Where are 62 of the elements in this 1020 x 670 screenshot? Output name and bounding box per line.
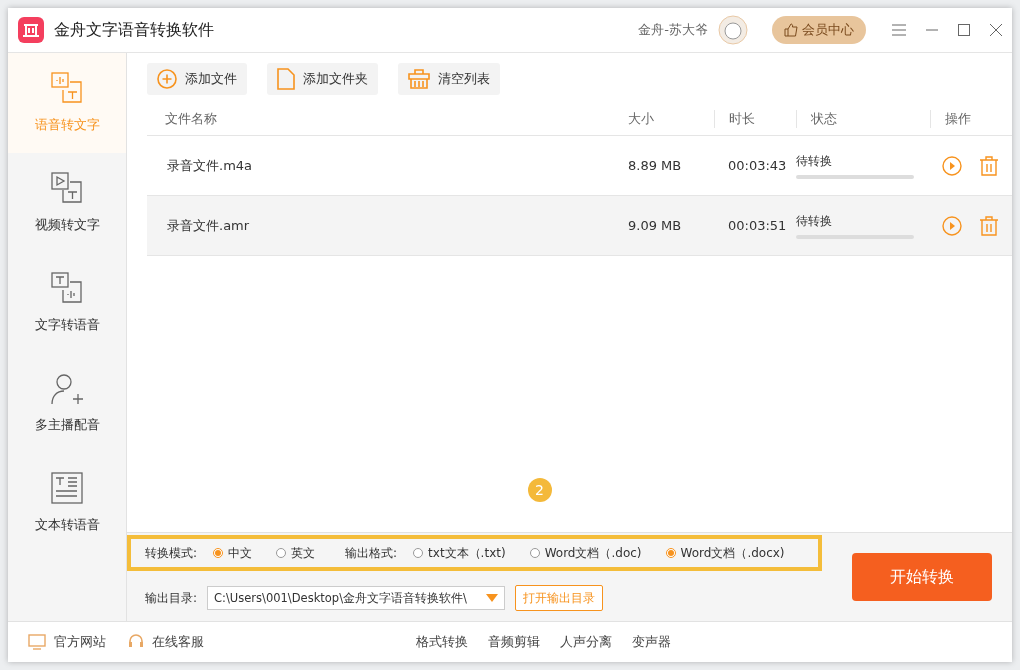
sidebar-item[interactable]: 文字转语音: [8, 253, 126, 353]
text-to-speech-icon: [51, 272, 83, 306]
column-header: 状态: [796, 110, 930, 128]
basket-icon: [408, 69, 430, 89]
footer-link[interactable]: 官方网站: [28, 633, 106, 651]
step-badge: 2: [527, 478, 552, 502]
toolbar-button[interactable]: 添加文件: [147, 63, 247, 95]
table-cell-text: 8.89 MB: [627, 158, 683, 173]
radio-option[interactable]: 英文: [276, 544, 316, 562]
add-person-icon: [51, 372, 83, 406]
window-title: 金舟文字语音转换软件: [54, 19, 215, 41]
document-icon: [51, 472, 83, 506]
toolbar-button[interactable]: 清空列表: [398, 63, 500, 95]
video-to-text-icon: [51, 172, 83, 206]
trash-icon[interactable]: [980, 155, 998, 176]
file-icon: [277, 68, 295, 90]
play-icon[interactable]: [942, 155, 962, 176]
trash-icon[interactable]: [980, 215, 998, 236]
vip-center-button[interactable]: 会员中心: [772, 16, 866, 44]
close-icon[interactable]: [990, 24, 1002, 36]
table-cell-text: 录音文件.amr: [166, 216, 251, 235]
table-cell-text: 9.09 MB: [627, 218, 683, 233]
radio-option[interactable]: 中文: [213, 544, 253, 562]
speech-to-text-icon: [51, 72, 83, 106]
radio-option[interactable]: txt文本（.txt): [413, 544, 506, 562]
toolbar-button[interactable]: 添加文件夹: [267, 63, 378, 95]
mode-label: 转换模式:: [145, 544, 198, 562]
monitor-icon: [28, 634, 46, 650]
menu-icon[interactable]: [892, 24, 906, 36]
add-icon: [157, 69, 177, 89]
status-text: 待转换: [796, 152, 833, 170]
footer-link[interactable]: 在线客服: [128, 633, 204, 651]
app-logo-icon: [18, 17, 44, 43]
file-row[interactable]: 录音文件.amr 9.09 MB 00:03:51 待转换: [147, 196, 1012, 256]
footer-link[interactable]: 人声分离: [560, 633, 612, 651]
play-icon[interactable]: [942, 215, 962, 236]
table-cell-text: 录音文件.m4a: [166, 156, 254, 175]
avatar-icon: [718, 15, 748, 45]
output-path-field[interactable]: C:\Users\001\Desktop\金舟文字语音转换软件\: [207, 586, 506, 610]
sidebar-item[interactable]: 视频转文字: [8, 153, 126, 253]
maximize-icon[interactable]: [958, 24, 970, 36]
table-cell-text: 00:03:43: [727, 158, 788, 173]
footer-link[interactable]: 格式转换: [416, 633, 468, 651]
headset-icon: [128, 634, 144, 650]
column-header: 操作: [930, 110, 1012, 128]
footer-link[interactable]: 音频剪辑: [488, 633, 540, 651]
radio-option[interactable]: Word文档（.doc): [529, 544, 642, 562]
sidebar-item[interactable]: 文本转语音: [8, 453, 126, 553]
user-name: 金舟-苏大爷: [638, 21, 708, 39]
output-label: 输出目录:: [145, 589, 198, 607]
radio-option[interactable]: Word文档（.docx): [665, 544, 785, 562]
status-text: 待转换: [796, 212, 833, 230]
column-header: 大小: [627, 110, 655, 128]
sidebar-item[interactable]: 多主播配音: [8, 353, 126, 453]
table-cell-text: 00:03:51: [727, 218, 788, 233]
column-header: 文件名称: [164, 110, 218, 128]
thumbs-up-icon: [784, 23, 798, 37]
caret-icon: [486, 594, 499, 602]
column-header: 时长: [714, 110, 796, 128]
file-row[interactable]: 录音文件.m4a 8.89 MB 00:03:43 待转换: [147, 136, 1012, 196]
format-label: 输出格式:: [345, 544, 398, 562]
footer-link[interactable]: 变声器: [632, 633, 671, 651]
